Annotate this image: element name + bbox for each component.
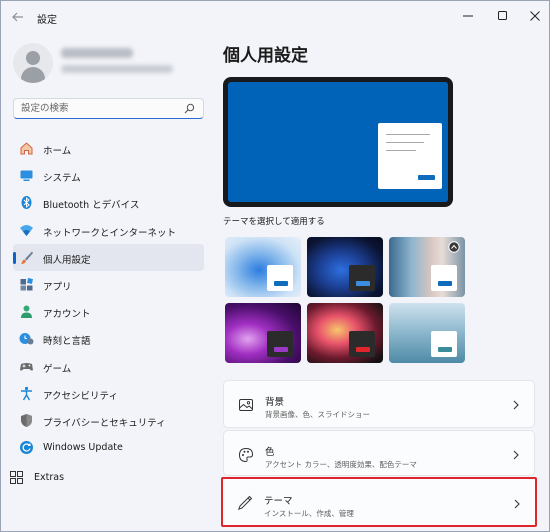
- profile-email-blurred: [61, 65, 173, 73]
- sidebar-item-windows-update[interactable]: Windows Update: [13, 434, 204, 461]
- search-input[interactable]: [21, 101, 181, 116]
- maximize-icon: [498, 11, 507, 20]
- sidebar-item-time-language[interactable]: 時刻と言語: [13, 325, 204, 352]
- sidebar-item-bluetooth[interactable]: Bluetooth とデバイス: [13, 189, 204, 216]
- brush-icon: [21, 251, 33, 264]
- sidebar-item-label: Extras: [34, 472, 65, 483]
- account-icon: [21, 305, 32, 319]
- home-icon: [20, 142, 33, 155]
- preview-desktop: [228, 82, 448, 202]
- minimize-icon: [463, 15, 473, 17]
- sidebar-item-apps[interactable]: アプリ: [13, 271, 204, 298]
- picture-icon: [239, 399, 253, 411]
- sidebar-item-label: システム: [43, 173, 81, 185]
- sidebar-item-system[interactable]: システム: [13, 162, 204, 189]
- themes-section-label: テーマを選択して適用する: [223, 217, 325, 227]
- back-button[interactable]: [11, 10, 25, 24]
- back-arrow-icon: [12, 12, 23, 22]
- game-icon: [20, 362, 33, 371]
- network-icon: [20, 224, 33, 236]
- sidebar-item-label: ネットワークとインターネット: [43, 227, 177, 239]
- profile-name-blurred: [61, 48, 133, 58]
- shield-icon: [21, 413, 32, 427]
- card-title: 背景: [265, 397, 285, 408]
- chevron-right-icon: [513, 400, 519, 410]
- avatar: [13, 43, 53, 83]
- background-setting-card[interactable]: 背景 背景画像、色、スライドショー: [223, 380, 535, 428]
- update-icon: [20, 441, 33, 455]
- sidebar-item-gaming[interactable]: ゲーム: [13, 353, 204, 380]
- sidebar-item-label: 個人用設定: [43, 254, 91, 266]
- accessibility-icon: [21, 386, 32, 401]
- theme-thumbnail-captured-motion[interactable]: [307, 303, 383, 363]
- theme-thumbnail-spotlight[interactable]: [389, 237, 465, 297]
- close-icon: [530, 11, 540, 21]
- title-bar: 設定: [1, 1, 549, 33]
- card-title: テーマ: [264, 496, 293, 507]
- apps-icon: [20, 277, 33, 291]
- theme-preview: [223, 77, 453, 207]
- card-subtitle: アクセント カラー、透明度効果、配色テーマ: [265, 460, 417, 469]
- card-subtitle: 背景画像、色、スライドショー: [265, 410, 370, 419]
- sidebar-item-label: ホーム: [43, 146, 72, 157]
- settings-window: 設定 ホーム: [0, 0, 550, 532]
- minimize-button[interactable]: [453, 5, 483, 27]
- theme-gallery: [225, 237, 467, 367]
- sidebar-item-label: プライバシーとセキュリティ: [43, 417, 166, 429]
- themes-setting-card[interactable]: テーマ インストール、作成、管理: [221, 477, 537, 527]
- sidebar-item-privacy[interactable]: プライバシーとセキュリティ: [13, 407, 204, 434]
- sidebar-item-personalization[interactable]: 個人用設定: [13, 243, 204, 271]
- sidebar-item-extras[interactable]: Extras: [9, 470, 200, 486]
- chevron-right-icon: [513, 450, 519, 460]
- preview-window: [378, 123, 442, 189]
- sidebar-item-label: ゲーム: [43, 363, 72, 375]
- app-title: 設定: [37, 15, 57, 26]
- bluetooth-icon: [21, 196, 32, 210]
- close-button[interactable]: [520, 5, 550, 27]
- color-setting-card[interactable]: 色 アクセント カラー、透明度効果、配色テーマ: [223, 430, 535, 476]
- search-icon: [184, 103, 195, 114]
- sidebar-item-label: Windows Update: [43, 442, 123, 454]
- sidebar-item-home[interactable]: ホーム: [13, 135, 204, 162]
- chevron-right-icon: [514, 499, 520, 509]
- theme-thumbnail-windows-light[interactable]: [225, 237, 301, 297]
- card-subtitle: インストール、作成、管理: [264, 509, 354, 518]
- sidebar-item-accessibility[interactable]: アクセシビリティ: [13, 380, 204, 407]
- sidebar-item-label: アクセシビリティ: [43, 390, 118, 402]
- extras-icon: [10, 471, 23, 484]
- system-icon: [20, 170, 33, 182]
- theme-thumbnail-windows-dark[interactable]: [307, 237, 383, 297]
- spotlight-badge-icon: [448, 241, 460, 253]
- pen-icon: [237, 495, 253, 511]
- palette-icon: [238, 447, 254, 463]
- theme-thumbnail-flow[interactable]: [389, 303, 465, 363]
- maximize-button[interactable]: [488, 5, 518, 27]
- sidebar-item-label: アカウント: [43, 309, 91, 321]
- sidebar-item-label: Bluetooth とデバイス: [43, 200, 140, 212]
- search-box[interactable]: [13, 98, 204, 119]
- card-title: 色: [265, 447, 275, 458]
- sidebar-item-label: アプリ: [43, 281, 72, 293]
- sidebar-nav: ホーム システム Bluetooth とデバイス ネットワークとインターネット: [13, 135, 204, 461]
- sidebar-item-label: 時刻と言語: [43, 336, 91, 348]
- theme-thumbnail-glow[interactable]: [225, 303, 301, 363]
- page-title: 個人用設定: [223, 46, 308, 66]
- sidebar-item-accounts[interactable]: アカウント: [13, 298, 204, 325]
- sidebar-item-network[interactable]: ネットワークとインターネット: [13, 217, 204, 244]
- time-language-icon: [19, 333, 34, 345]
